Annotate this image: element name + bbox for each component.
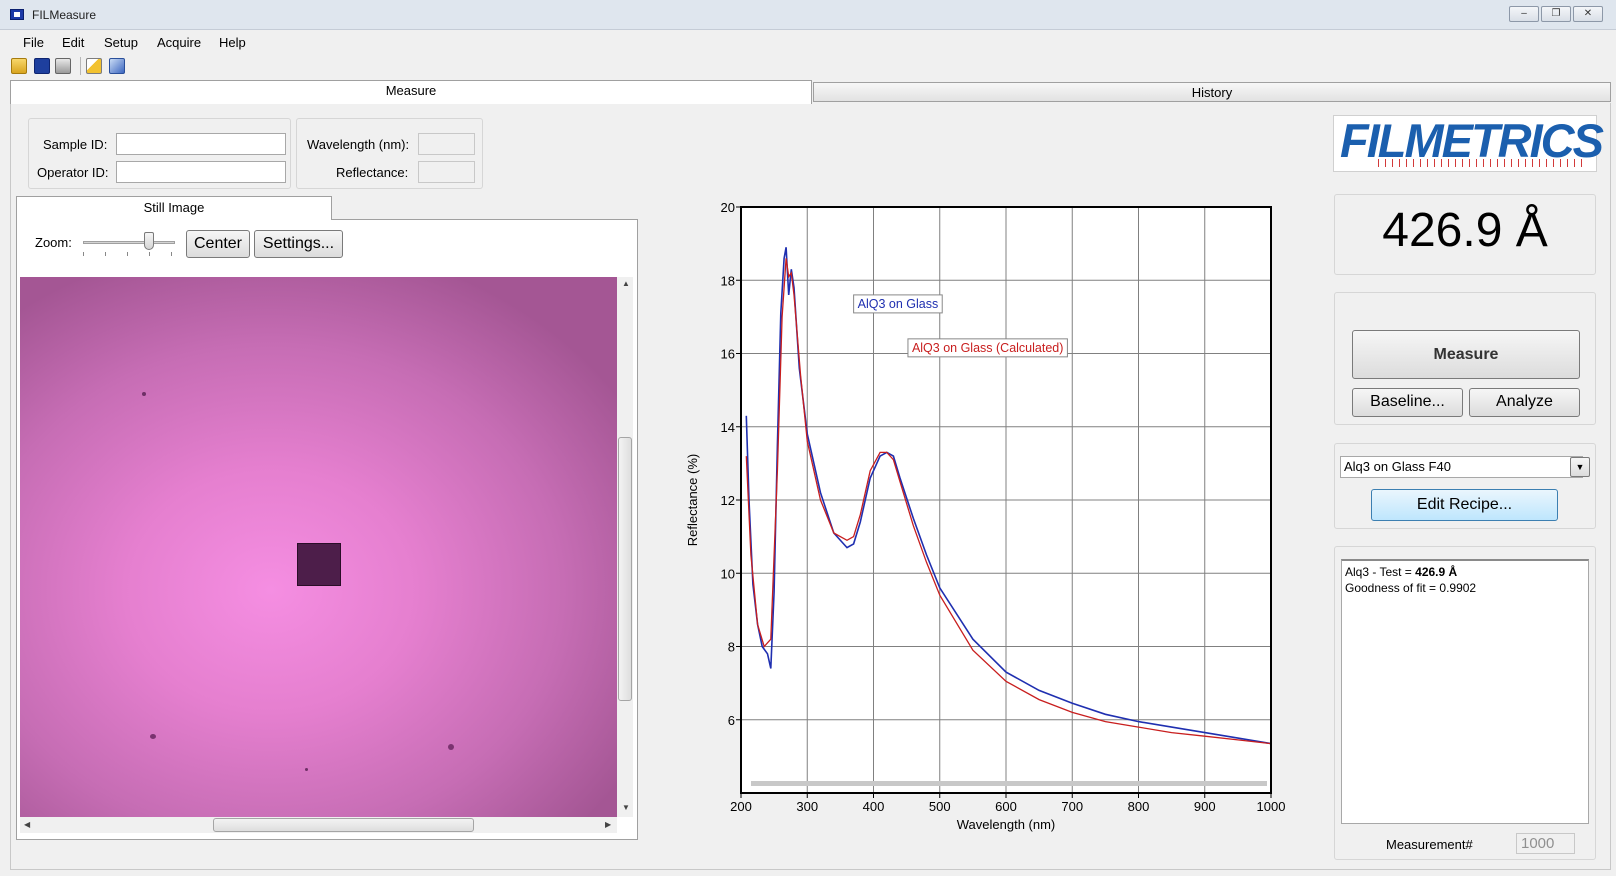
y-tick-label: 20 (721, 200, 735, 215)
speck (142, 392, 146, 396)
wavelength-label: Wavelength (nm): (307, 137, 410, 152)
new-icon[interactable] (86, 58, 102, 74)
scroll-left-icon[interactable]: ◀ (24, 820, 30, 829)
tab-measure[interactable]: Measure (10, 80, 812, 104)
restore-button[interactable]: ❐ (1541, 6, 1571, 22)
speck (448, 744, 454, 750)
app-icon (10, 9, 24, 20)
operator-id-field[interactable] (116, 161, 286, 183)
baseline-button[interactable]: Baseline... (1352, 388, 1463, 417)
settings-button[interactable]: Settings... (254, 230, 343, 258)
zoom-label: Zoom: (35, 235, 72, 250)
save-icon[interactable] (34, 58, 50, 74)
menu-setup[interactable]: Setup (104, 35, 138, 50)
recipe-select[interactable]: Alq3 on Glass F40 (1340, 456, 1583, 478)
x-tick-label: 900 (1194, 799, 1216, 814)
analyze-button[interactable]: Analyze (1469, 388, 1580, 417)
x-tick-label: 700 (1061, 799, 1083, 814)
zoom-track (83, 241, 175, 244)
logo-ruler-ticks (1378, 159, 1588, 167)
tab-history[interactable]: History (813, 82, 1611, 102)
result-line-1-value: 426.9 Å (1415, 565, 1458, 579)
zoom-ticks (83, 252, 175, 256)
reflectance-chart[interactable]: 200 300 400 500 600 700 800 900 1000 6 8 10 12 14 16 18… (680, 196, 1300, 836)
y-tick-label: 14 (721, 420, 735, 435)
title-bar (0, 0, 1616, 30)
scroll-down-icon[interactable]: ▼ (622, 803, 630, 812)
copy-icon[interactable] (109, 58, 125, 74)
y-tick-label: 16 (721, 347, 735, 362)
y-tick-label: 6 (728, 713, 735, 728)
center-button[interactable]: Center (186, 230, 250, 258)
x-tick-label: 300 (796, 799, 818, 814)
legend-measured: AlQ3 on Glass (858, 297, 939, 311)
chevron-down-icon[interactable]: ▼ (1570, 457, 1590, 477)
x-tick-label: 600 (995, 799, 1017, 814)
minimize-button[interactable]: – (1509, 6, 1539, 22)
horizontal-scroll-thumb[interactable] (213, 818, 474, 832)
x-tick-label: 400 (863, 799, 885, 814)
close-button[interactable]: ✕ (1573, 6, 1603, 22)
open-folder-icon[interactable] (11, 58, 27, 74)
tab-still-image[interactable]: Still Image (16, 196, 332, 220)
result-line-1: Alq3 - Test = 426.9 Å (1345, 564, 1585, 580)
x-tick-label: 1000 (1257, 799, 1286, 814)
x-tick-label: 800 (1128, 799, 1150, 814)
y-tick-label: 12 (721, 493, 735, 508)
edit-recipe-button[interactable]: Edit Recipe... (1371, 489, 1558, 521)
menu-help[interactable]: Help (219, 35, 246, 50)
results-textbox[interactable]: Alq3 - Test = 426.9 Å Goodness of fit = … (1341, 559, 1589, 824)
scroll-right-icon[interactable]: ▶ (605, 820, 611, 829)
measurement-number-label: Measurement# (1386, 837, 1473, 852)
window-title: FILMeasure (32, 8, 97, 22)
sample-id-label: Sample ID: (43, 137, 108, 152)
reflectance-value (418, 161, 475, 183)
toolbar (0, 54, 1616, 78)
thickness-result: 426.9 Å (1382, 204, 1548, 257)
measure-button[interactable]: Measure (1352, 330, 1580, 379)
x-tick-label: 500 (929, 799, 951, 814)
result-line-1-prefix: Alq3 - Test = (1345, 565, 1416, 579)
x-tick-label: 200 (730, 799, 752, 814)
wavelength-value (418, 133, 475, 155)
sample-id-field[interactable] (116, 133, 286, 155)
y-tick-label: 10 (721, 566, 735, 581)
menu-edit[interactable]: Edit (62, 35, 84, 50)
menu-file[interactable]: File (23, 35, 44, 50)
legend-calculated: AlQ3 on Glass (Calculated) (912, 341, 1063, 355)
reflectance-label: Reflectance: (336, 165, 409, 180)
y-axis-label: Reflectance (%) (685, 454, 700, 546)
test-pad-square (297, 543, 341, 586)
speck (305, 768, 308, 771)
zoom-slider[interactable] (144, 232, 155, 250)
speck (150, 734, 156, 739)
plot-scroll-indicator (751, 781, 1267, 786)
menu-acquire[interactable]: Acquire (157, 35, 201, 50)
measurement-number-field: 1000 (1516, 833, 1575, 854)
x-axis-label: Wavelength (nm) (957, 817, 1056, 832)
scroll-up-icon[interactable]: ▲ (622, 279, 630, 288)
result-line-2: Goodness of fit = 0.9902 (1345, 581, 1477, 595)
y-tick-label: 18 (721, 273, 735, 288)
print-icon[interactable] (55, 58, 71, 74)
toolbar-separator (80, 57, 81, 75)
operator-id-label: Operator ID: (37, 165, 109, 180)
vertical-scroll-thumb[interactable] (618, 437, 632, 701)
y-tick-label: 8 (728, 640, 735, 655)
